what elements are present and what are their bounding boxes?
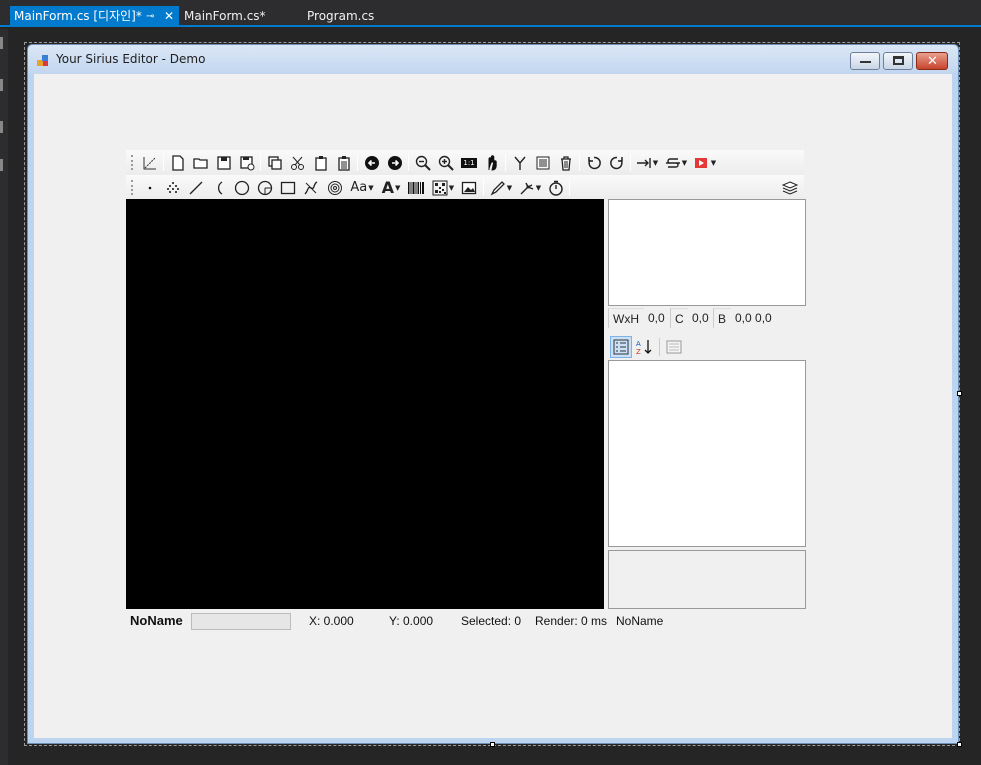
point-icon[interactable] xyxy=(140,178,160,197)
cut-icon[interactable] xyxy=(288,153,308,172)
size-label: WxH xyxy=(608,308,644,328)
merge-icon[interactable] xyxy=(510,153,530,172)
barcode-icon[interactable] xyxy=(406,178,426,197)
size-value: 0,0 xyxy=(648,311,665,325)
form-window[interactable]: Your Sirius Editor - Demo ✕ 1:1 ▼ ▼ ▼ Aa… xyxy=(27,44,959,744)
zoom-fit-icon[interactable]: 1:1 xyxy=(459,153,479,172)
bound-label: B xyxy=(713,308,731,328)
status-strip: NoName X: 0.000 Y: 0.000 Selected: 0 Ren… xyxy=(126,611,806,631)
title-bar[interactable]: Your Sirius Editor - Demo ✕ xyxy=(28,45,958,74)
timer-icon[interactable] xyxy=(546,178,566,197)
list-icon[interactable] xyxy=(533,153,553,172)
open-folder-icon[interactable] xyxy=(191,153,211,172)
render-time: Render: 0 ms xyxy=(535,614,608,628)
main-toolbar: 1:1 ▼ ▼ ▼ xyxy=(126,150,804,175)
trepan-icon[interactable] xyxy=(255,178,275,197)
svg-text:A: A xyxy=(636,340,641,348)
axis-icon[interactable] xyxy=(140,153,160,172)
tree-view-panel[interactable] xyxy=(608,199,806,306)
property-grid-toolbar: AZ xyxy=(608,335,804,359)
qr-code-icon[interactable]: ▼ xyxy=(430,178,456,197)
toolbox-gutter[interactable] xyxy=(0,29,8,765)
align-icon[interactable]: ▼ xyxy=(634,153,660,172)
drawing-toolbar: Aa ▼ A ▼ ▼ ▼ ▼ xyxy=(126,175,804,200)
center-label: C xyxy=(670,308,688,328)
center-value: 0,0 xyxy=(692,311,709,325)
spiral-circles-icon[interactable] xyxy=(325,178,345,197)
tab-label: MainForm.cs* xyxy=(184,9,266,23)
laser-icon[interactable]: ▼ xyxy=(517,178,543,197)
tab-mainform-designer[interactable]: MainForm.cs [디자인]* ⊸ ✕ xyxy=(10,6,179,27)
document-name: NoName xyxy=(130,613,183,628)
bound-value: 0,0 0,0 xyxy=(735,311,772,325)
property-grid[interactable] xyxy=(608,360,806,547)
spiral-icon[interactable] xyxy=(301,178,321,197)
progress-bar xyxy=(191,613,291,630)
x-coordinate: X: 0.000 xyxy=(309,614,354,628)
rectangle-icon[interactable] xyxy=(278,178,298,197)
arc-icon[interactable] xyxy=(208,178,228,197)
window-title: Your Sirius Editor - Demo xyxy=(56,52,206,66)
maximize-button[interactable] xyxy=(883,52,913,70)
zoom-in-icon[interactable] xyxy=(436,153,456,172)
resize-handle-bottom[interactable] xyxy=(490,742,495,747)
snap-icon[interactable]: ▼ xyxy=(663,153,689,172)
sirius-text-icon[interactable]: A ▼ xyxy=(379,178,403,197)
minimize-button[interactable] xyxy=(850,52,880,70)
rotate-cw-icon[interactable] xyxy=(607,153,627,172)
text-icon[interactable]: Aa ▼ xyxy=(348,178,376,197)
save-as-icon[interactable] xyxy=(237,153,257,172)
zoom-out-icon[interactable] xyxy=(413,153,433,172)
document-tab-strip: MainForm.cs [디자인]* ⊸ ✕ MainForm.cs* Prog… xyxy=(0,0,981,27)
toolbar-grip[interactable] xyxy=(131,180,133,195)
delete-icon[interactable] xyxy=(556,153,576,172)
maximize-icon xyxy=(893,56,904,65)
app-icon xyxy=(37,55,49,67)
selected-count: Selected: 0 xyxy=(461,614,522,628)
resize-handle-right[interactable] xyxy=(957,391,962,396)
close-icon: ✕ xyxy=(927,53,938,68)
paste-icon[interactable] xyxy=(311,153,331,172)
svg-text:Z: Z xyxy=(636,348,641,356)
tab-label: MainForm.cs [디자인]* xyxy=(14,9,142,23)
layers-icon[interactable] xyxy=(780,178,800,197)
categorized-icon[interactable] xyxy=(610,336,632,358)
pin-icon[interactable]: ⊸ xyxy=(146,6,154,27)
close-button[interactable]: ✕ xyxy=(916,52,948,70)
paste-array-icon[interactable] xyxy=(334,153,354,172)
tab-mainform-code[interactable]: MainForm.cs* xyxy=(180,6,300,27)
new-file-icon[interactable] xyxy=(168,153,188,172)
line-icon[interactable] xyxy=(186,178,206,197)
circle-icon[interactable] xyxy=(232,178,252,197)
tab-label: Program.cs xyxy=(307,9,375,23)
points-icon[interactable] xyxy=(163,178,183,197)
alphabetical-icon[interactable]: AZ xyxy=(633,336,655,358)
property-pages-icon[interactable] xyxy=(663,336,685,358)
video-icon[interactable]: ▼ xyxy=(692,153,718,172)
property-description-panel xyxy=(608,550,806,609)
image-icon[interactable] xyxy=(459,178,479,197)
save-icon[interactable] xyxy=(214,153,234,172)
arrow-left-icon[interactable] xyxy=(362,153,382,172)
pen-icon[interactable]: ▼ xyxy=(488,178,514,197)
resize-handle-corner[interactable] xyxy=(957,742,962,747)
drawing-canvas[interactable] xyxy=(126,199,604,609)
rotate-ccw-icon[interactable] xyxy=(584,153,604,172)
arrow-right-icon[interactable] xyxy=(385,153,405,172)
bounds-info: WxH 0,0 C 0,0 B 0,0 0,0 xyxy=(608,308,804,328)
tab-program[interactable]: Program.cs xyxy=(303,6,403,27)
close-icon[interactable]: ✕ xyxy=(164,6,174,27)
form-client-area: 1:1 ▼ ▼ ▼ Aa ▼ A ▼ ▼ ▼ ▼ WxH 0,0 C 0,0 B… xyxy=(34,74,952,738)
pan-hand-icon[interactable] xyxy=(482,153,502,172)
minimize-icon xyxy=(860,61,871,63)
toolbar-grip[interactable] xyxy=(131,155,133,170)
y-coordinate: Y: 0.000 xyxy=(389,614,434,628)
copy-icon[interactable] xyxy=(265,153,285,172)
file-name: NoName xyxy=(616,614,664,628)
